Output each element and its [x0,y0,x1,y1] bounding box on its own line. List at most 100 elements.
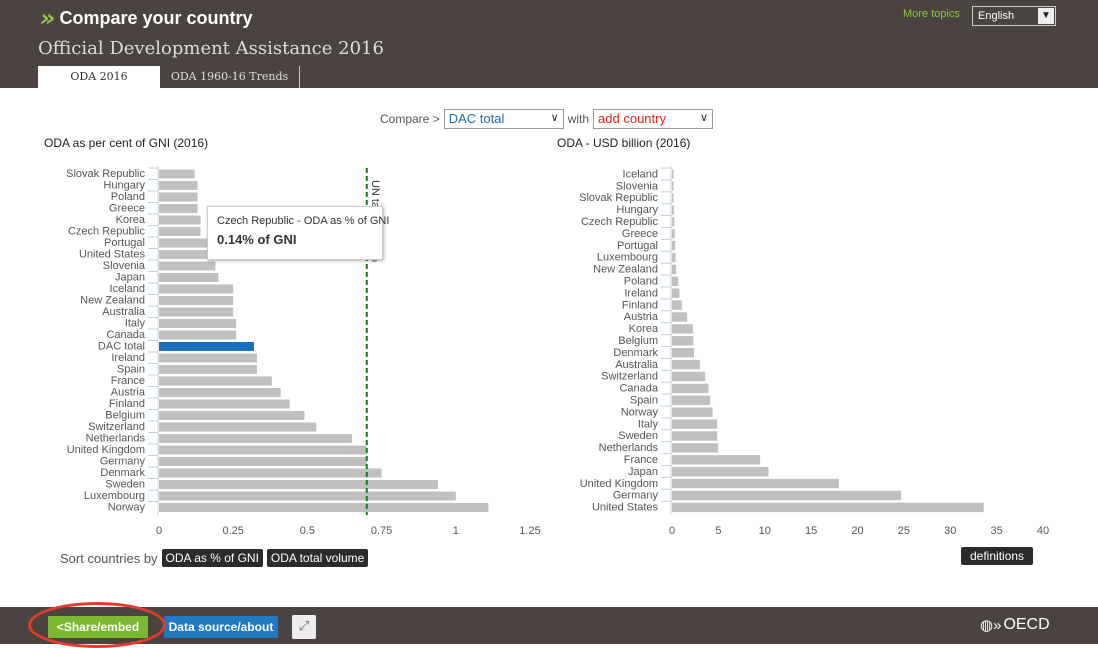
bar [159,227,201,236]
bar [159,399,290,409]
data-source-button[interactable]: Data source/about [164,616,278,638]
tab-oda-2016[interactable]: ODA 2016 [38,66,160,88]
category-label: Sweden [105,479,145,491]
bar [672,419,718,429]
category-label: Netherlands [599,442,659,454]
page-title: Official Development Assistance 2016 [38,38,384,59]
globe-icon: ◍» [980,617,1002,634]
bar [159,411,305,420]
bar [672,240,676,251]
header: » Compare your country More topics Engli… [0,0,1098,88]
bar [672,395,711,405]
category-label: Finland [622,299,658,311]
oecd-footer-logo[interactable]: ◍» OECD [980,616,1050,634]
bar [672,324,693,334]
category-label: Australia [615,359,659,371]
more-topics-link[interactable]: More topics [903,8,960,20]
bar [159,307,234,317]
category-label: Belgium [105,410,145,422]
bar [672,371,706,382]
category-label: New Zealand [593,264,658,276]
bar [672,336,694,346]
bar [159,181,198,190]
chart-title-gni: ODA as per cent of GNI (2016) [44,136,209,150]
bar [672,264,677,275]
x-tick-label: 30 [944,525,956,537]
category-label: Slovenia [616,180,659,192]
tab-bar: ODA 2016 ODA 1960-16 Trends [38,66,300,88]
bar [672,431,718,441]
bar [159,250,213,259]
category-label: Denmark [613,347,658,359]
bar [672,312,688,322]
category-label: Netherlands [86,433,146,445]
sort-by-volume-button[interactable]: ODA total volume [266,549,369,567]
bar [672,193,674,203]
category-label: Luxembourg [597,252,658,264]
x-tick-label: 0.5 [300,525,315,537]
oecd-logo-icon: » [37,4,52,32]
expand-icon[interactable]: ⤢ [292,615,316,639]
x-tick-label: 0 [669,525,675,537]
bar [159,296,234,305]
highlight-circle-annotation [28,602,166,648]
sort-label: Sort countries by [60,550,158,566]
tooltip: Czech Republic - ODA as % of GNI 0.14% o… [207,206,390,260]
category-label: Portugal [104,237,145,249]
bar [672,217,675,227]
bar [672,300,682,310]
category-label: Czech Republic [68,226,146,238]
app-logo[interactable]: » Compare your country [37,4,253,32]
chevron-down-icon: ▼ [1038,8,1054,24]
tooltip-title: Czech Republic - ODA as % of GNI [217,215,390,227]
category-label: United States [79,249,146,261]
x-tick-label: 20 [851,525,863,537]
category-label: Switzerland [601,371,658,383]
compare-label: Compare > [380,112,440,126]
language-select[interactable]: English ▼ [972,6,1056,26]
category-label: Czech Republic [581,216,659,228]
chevron-down-icon: ∨ [699,112,709,124]
x-tick-label: 5 [715,525,721,537]
category-label: Germany [613,490,659,502]
category-label: Germany [100,456,146,468]
compare-country-select[interactable]: DAC total ∨ [443,109,564,129]
category-label: Spain [630,395,658,407]
category-label: Canada [619,383,658,395]
category-label: Greece [622,228,658,240]
category-label: Japan [115,272,145,284]
bar [159,388,281,397]
definitions-button[interactable]: definitions [961,547,1034,565]
x-tick-label: 25 [898,525,910,537]
x-tick-label: 40 [1037,525,1049,537]
bar [672,348,694,358]
bar [159,445,367,455]
category-label: Australia [102,306,146,318]
x-tick-label: 10 [759,525,771,537]
category-label: Finland [109,398,145,410]
bar [159,503,489,512]
category-label: New Zealand [80,295,145,307]
chart-title-usd: ODA - USD billion (2016) [557,136,691,150]
add-country-select[interactable]: add country ∨ [593,109,714,129]
bar [159,365,257,374]
category-label: Slovak Republic [66,168,145,180]
bar [159,319,237,328]
bar [159,284,234,294]
bar [159,342,254,351]
category-label: Korea [116,214,146,226]
bar [159,192,198,202]
oecd-text: OECD [1003,616,1050,633]
chevron-down-icon: ∨ [550,112,559,124]
bar [159,238,210,248]
sort-by-gni-button[interactable]: ODA as % of GNI [161,549,263,567]
tab-oda-trends[interactable]: ODA 1960-16 Trends [160,66,300,88]
bar [159,330,237,340]
category-label: Slovak Republic [579,192,658,204]
bar [672,359,700,370]
category-label: Sweden [618,430,658,442]
bar [672,407,713,417]
bar [672,467,769,477]
x-tick-label: 15 [805,525,817,537]
category-label: Italy [638,418,659,430]
